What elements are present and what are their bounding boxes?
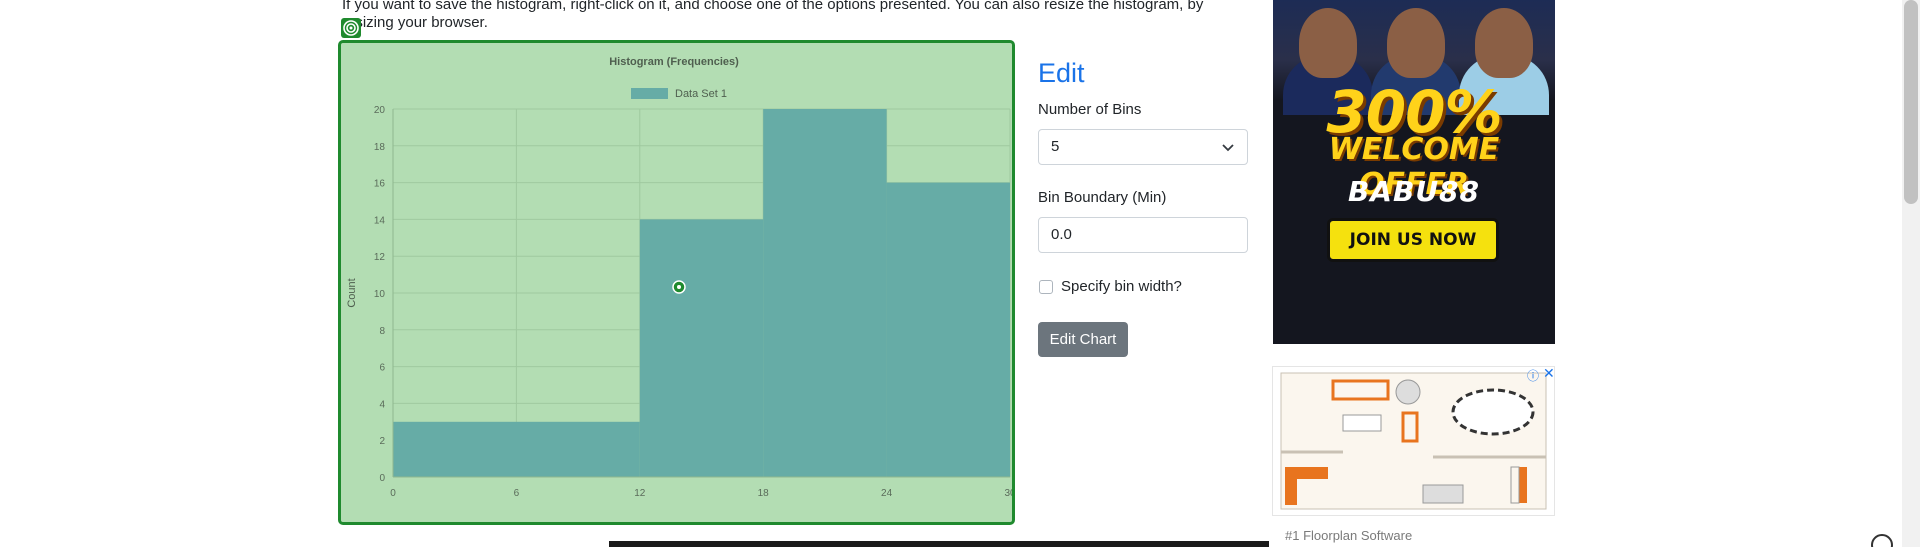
legend-label: Data Set 1 [675,88,727,100]
ad-brand: BABU88 [1347,175,1481,208]
bins-select-value: 5 [1051,138,1060,155]
x-tick-label: 12 [634,488,646,499]
histogram-bar [886,182,1010,477]
y-tick-label: 14 [374,215,386,226]
y-tick-label: 20 [374,105,386,116]
y-tick-label: 10 [374,289,386,300]
chart-title: Histogram (Frequencies) [609,56,739,68]
x-tick-label: 18 [758,488,770,499]
y-axis-label: Count [346,278,358,307]
y-tick-label: 8 [379,326,385,337]
specify-width-label[interactable]: Specify bin width? [1061,278,1182,295]
bins-label: Number of Bins [1038,101,1142,118]
intro-line-2: resizing your browser. [342,14,488,31]
target-icon[interactable] [341,18,361,38]
x-tick-label: 0 [390,488,396,499]
y-tick-label: 4 [379,399,385,410]
histogram-bar [393,421,640,477]
histogram-bar [763,109,887,477]
cursor-target-center [677,285,681,289]
ad-join-button[interactable]: JOIN US NOW [1327,218,1499,262]
edit-title: Edit [1038,58,1085,88]
bins-select[interactable]: 5 [1038,129,1248,165]
y-tick-label: 12 [374,252,386,263]
chevron-down-icon [1221,131,1235,178]
close-icon[interactable]: ✕ [1543,365,1555,382]
histogram-panel[interactable]: 024681012141618200612182430Histogram (Fr… [338,40,1015,525]
y-tick-label: 2 [379,436,385,447]
y-tick-label: 18 [374,142,386,153]
boundary-input-value: 0.0 [1051,226,1072,243]
ad-banner-babu88[interactable]: 300% WELCOME OFFER BABU88 JOIN US NOW [1273,0,1555,344]
boundary-label: Bin Boundary (Min) [1038,189,1167,206]
info-icon[interactable]: ⓘ [1527,367,1539,384]
boundary-input[interactable]: 0.0 [1038,217,1248,253]
intro-text-line2: resizing your browser. [342,9,488,37]
x-tick-label: 30 [1004,488,1012,499]
x-tick-label: 6 [514,488,520,499]
y-tick-label: 0 [379,473,385,484]
legend-swatch [631,88,668,99]
y-tick-label: 16 [374,179,386,190]
specify-width-checkbox[interactable] [1039,280,1053,294]
histogram-chart: 024681012141618200612182430Histogram (Fr… [346,56,1012,499]
histogram-bar [639,219,764,477]
ad-floorplan[interactable] [1272,366,1555,516]
scrollbar-thumb[interactable] [1904,0,1918,204]
edit-chart-button[interactable]: Edit Chart [1038,322,1128,357]
y-tick-label: 6 [379,363,385,374]
x-tick-label: 24 [881,488,893,499]
embedded-media-strip [609,541,1269,547]
chat-icon[interactable] [1870,533,1894,552]
floorplan-image [1280,372,1547,510]
ad-caption[interactable]: #1 Floorplan Software [1285,528,1412,543]
